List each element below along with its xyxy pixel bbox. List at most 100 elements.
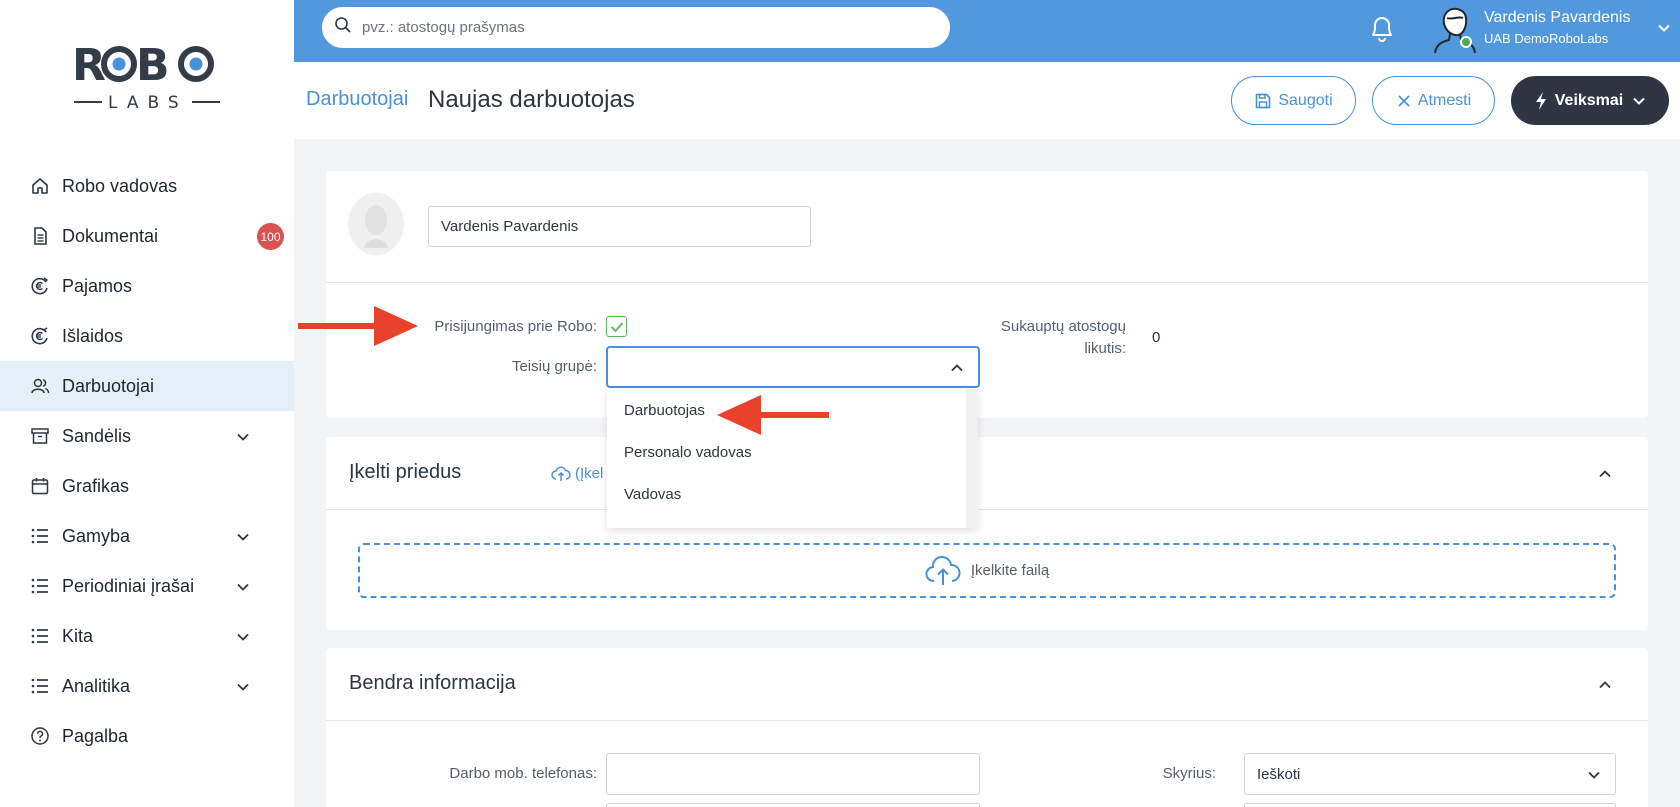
chevron-down-icon[interactable] — [236, 428, 250, 449]
employee-name-input[interactable] — [428, 206, 811, 247]
work-phone-input[interactable] — [606, 753, 980, 795]
chevron-down-icon[interactable] — [236, 578, 250, 599]
general-info-title: Bendra informacija — [349, 672, 516, 694]
dropzone-label: Įkelkite failą — [970, 562, 1050, 579]
sidebar-item-sandelis[interactable]: Sandėlis — [0, 411, 294, 461]
cancel-button-label: Atmesti — [1417, 91, 1472, 109]
chevron-down-icon[interactable] — [1656, 20, 1672, 41]
next-field-input[interactable] — [1244, 803, 1616, 807]
online-status-dot — [1460, 36, 1472, 48]
divider — [326, 720, 1648, 721]
upload-link[interactable]: (Įkel — [551, 465, 603, 482]
department-select-value: Ieškoti — [1257, 765, 1301, 783]
divider — [326, 509, 1648, 510]
divider — [326, 282, 1648, 283]
cloud-upload-icon — [925, 555, 961, 585]
next-field-input[interactable] — [606, 803, 980, 807]
search-input[interactable] — [362, 19, 922, 36]
sidebar-item-label: Sandėlis — [62, 425, 132, 446]
document-icon — [30, 226, 50, 246]
sidebar-item-label: Robo vadovas — [62, 175, 178, 196]
cancel-button[interactable]: Atmesti — [1372, 76, 1495, 125]
cloud-upload-icon — [551, 466, 571, 481]
svg-text:R: R — [72, 40, 106, 91]
chevron-up-icon[interactable] — [1598, 678, 1612, 697]
sidebar-item-pajamos[interactable]: Pajamos — [0, 261, 294, 311]
calendar-icon — [30, 476, 50, 496]
lightning-icon — [1535, 91, 1546, 110]
sidebar-item-label: Išlaidos — [62, 325, 124, 346]
chevron-down-icon[interactable] — [236, 528, 250, 549]
close-icon — [1398, 94, 1410, 107]
sidebar-item-label: Periodiniai įrašai — [62, 575, 195, 596]
sidebar-item-label: Darbuotojai — [62, 375, 155, 396]
top-bar: Vardenis Pavardenis UAB DemoRoboLabs — [294, 0, 1680, 62]
sidebar-item-label: Dokumentai — [62, 225, 159, 246]
dropdown-option-personalo-vadovas[interactable]: Personalo vadovas — [607, 431, 978, 473]
login-checkbox[interactable] — [606, 316, 627, 337]
dropdown-scrollbar[interactable] — [966, 389, 978, 528]
employee-card: Prisijungimas prie Robo: Teisių grupė: S… — [326, 171, 1648, 418]
sidebar-item-darbuotojai[interactable]: Darbuotojai — [0, 361, 294, 411]
sidebar-item-label: Grafikas — [62, 475, 130, 496]
list-icon — [30, 576, 50, 596]
upload-link-text: (Įkel — [575, 465, 604, 482]
sidebar-item-label: Gamyba — [62, 525, 131, 546]
sidebar-item-label: Kita — [62, 625, 94, 646]
employee-avatar[interactable] — [348, 193, 404, 255]
sidebar-item-pagalba[interactable]: Pagalba — [0, 711, 294, 761]
list-icon — [30, 676, 50, 696]
sidebar-item-periodiniai-irasai[interactable]: Periodiniai įrašai — [0, 561, 294, 611]
users-icon — [30, 376, 50, 396]
bell-icon[interactable] — [1368, 13, 1396, 48]
search-bar[interactable] — [322, 7, 950, 48]
chevron-down-icon[interactable] — [236, 628, 250, 649]
breadcrumb[interactable]: Darbuotojai — [306, 88, 408, 111]
sidebar-item-kita[interactable]: Kita — [0, 611, 294, 661]
sidebar-item-islaidos[interactable]: Išlaidos — [0, 311, 294, 361]
dropdown-option-vadovas[interactable]: Vadovas — [607, 473, 978, 515]
checkmark-icon — [610, 321, 623, 332]
euro-in-icon — [30, 276, 50, 296]
attachments-title: Įkelti priedus — [349, 461, 462, 483]
svg-text:B: B — [136, 40, 170, 91]
page-header: Darbuotojai Naujas darbuotojas Saugoti A… — [294, 62, 1680, 139]
sidebar-item-label: Pagalba — [62, 725, 129, 746]
login-label: Prisijungimas prie Robo: — [434, 318, 597, 335]
user-avatar[interactable] — [1430, 4, 1480, 54]
sidebar-item-label: Pajamos — [62, 275, 133, 296]
robolabs-logo[interactable]: R B LABS — [72, 40, 222, 113]
sidebar: R B LABS Robo vadovas Dokumentai 100 Paj… — [0, 0, 294, 807]
sidebar-item-analitika[interactable]: Analitika — [0, 661, 294, 711]
chevron-up-icon[interactable] — [1598, 467, 1612, 486]
actions-button[interactable]: Veiksmai — [1511, 76, 1669, 125]
chevron-up-icon — [950, 361, 964, 380]
save-button[interactable]: Saugoti — [1231, 76, 1356, 125]
general-info-card: Bendra informacija Darbo mob. telefonas:… — [326, 648, 1648, 807]
page-title: Naujas darbuotojas — [428, 86, 635, 113]
attachments-card: Įkelti priedus (Įkel Įkelkite failą — [326, 437, 1648, 630]
sidebar-item-grafikas[interactable]: Grafikas — [0, 461, 294, 511]
annotation-arrow-right — [298, 306, 418, 346]
help-icon — [30, 726, 50, 746]
sidebar-nav: Robo vadovas Dokumentai 100 Pajamos Išla… — [0, 161, 294, 761]
department-select[interactable]: Ieškoti — [1244, 753, 1616, 795]
sidebar-item-gamyba[interactable]: Gamyba — [0, 511, 294, 561]
chevron-down-icon[interactable] — [236, 678, 250, 699]
archive-icon — [30, 426, 50, 446]
list-icon — [30, 626, 50, 646]
file-dropzone[interactable]: Įkelkite failą — [358, 543, 1616, 598]
home-icon — [30, 176, 50, 196]
search-icon — [334, 16, 352, 39]
user-company[interactable]: UAB DemoRoboLabs — [1484, 31, 1608, 46]
person-silhouette-icon — [364, 205, 388, 248]
rights-group-select[interactable] — [606, 346, 980, 388]
user-name[interactable]: Vardenis Pavardenis — [1484, 9, 1630, 27]
chevron-down-icon — [1587, 768, 1601, 786]
sidebar-item-dokumentai[interactable]: Dokumentai 100 — [0, 211, 294, 261]
count-badge: 100 — [257, 223, 284, 250]
sidebar-item-robo-vadovas[interactable]: Robo vadovas — [0, 161, 294, 211]
work-phone-label: Darbo mob. telefonas: — [449, 765, 597, 782]
leave-balance-label-line1: Sukauptų atostogų — [1000, 318, 1126, 335]
person-icon — [1434, 7, 1476, 54]
